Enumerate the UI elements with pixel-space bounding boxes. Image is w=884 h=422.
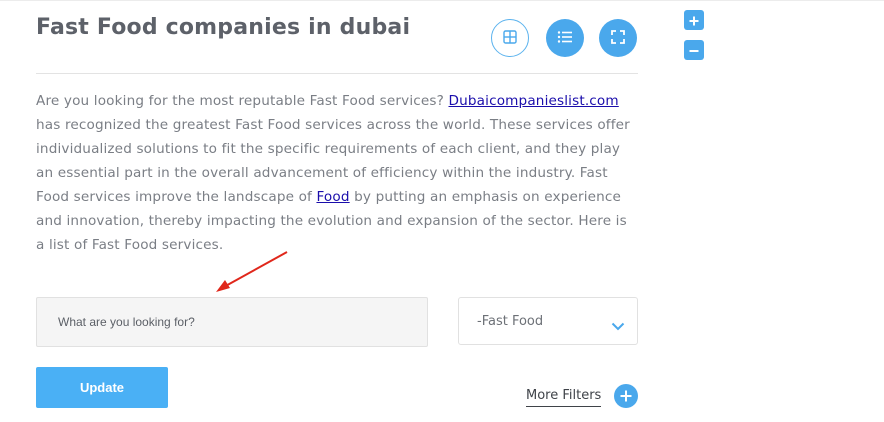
zoom-in-button[interactable]: [684, 10, 704, 30]
search-field[interactable]: [36, 297, 428, 347]
category-select[interactable]: -Fast Food: [458, 297, 638, 345]
intro-paragraph: Are you looking for the most reputable F…: [36, 89, 638, 257]
dubaicompanieslist-link[interactable]: Dubaicompanieslist.com: [449, 93, 619, 109]
update-button[interactable]: Update: [36, 367, 168, 408]
plus-circle-icon[interactable]: [614, 384, 638, 408]
list-icon: [557, 29, 573, 48]
top-border: [0, 0, 884, 1]
search-input[interactable]: [37, 298, 427, 346]
food-link[interactable]: Food: [316, 189, 349, 205]
page-title: Fast Food companies in dubai: [36, 15, 411, 40]
more-filters-label[interactable]: More Filters: [526, 388, 602, 407]
intro-text-part1: Are you looking for the most reputable F…: [36, 93, 449, 109]
list-view-button[interactable]: [546, 19, 584, 57]
zoom-out-button[interactable]: [684, 40, 704, 60]
grid-icon: [503, 29, 517, 48]
category-selected-value: -Fast Food: [477, 314, 544, 329]
annotation-arrow: [216, 251, 288, 292]
plus-icon: [689, 11, 699, 30]
chevron-down-icon: [611, 316, 625, 335]
title-divider: [36, 73, 638, 74]
fullscreen-icon: [611, 29, 625, 48]
minus-icon: [689, 41, 699, 60]
fullscreen-button[interactable]: [599, 19, 637, 57]
grid-view-button[interactable]: [491, 19, 529, 57]
